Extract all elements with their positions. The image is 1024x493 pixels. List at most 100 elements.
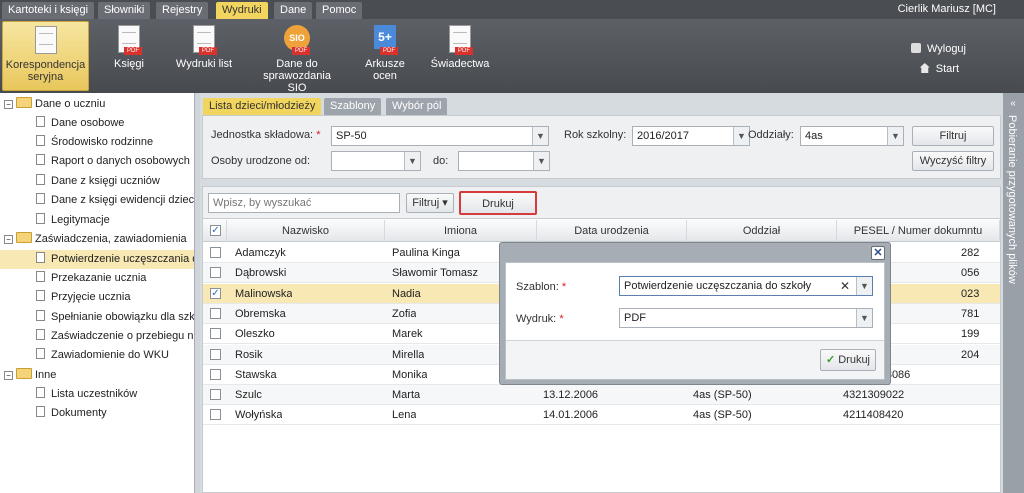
ribbon-arkusze-button[interactable]: 5+ PDF Arkusze ocen: [360, 21, 410, 91]
tree-group-label: Inne: [35, 369, 57, 381]
tab-lista-dzieci[interactable]: Lista dzieci/młodzieży: [203, 98, 322, 115]
menu-tab-rejestry[interactable]: Rejestry: [156, 2, 209, 19]
rok-select[interactable]: 2016/2017 ▼: [632, 126, 750, 146]
page-icon: [36, 135, 45, 146]
tree-item[interactable]: Lista uczestników: [36, 385, 137, 404]
row-checkbox[interactable]: [210, 307, 221, 319]
ribbon-swiadectwa-button[interactable]: PDF Świadectwa: [428, 21, 492, 91]
clear-icon[interactable]: ✕: [840, 277, 850, 295]
collapse-icon[interactable]: −: [4, 371, 13, 380]
tree-group-dane-o-uczniu[interactable]: − Dane o uczniu: [4, 95, 105, 114]
collapse-icon[interactable]: −: [4, 235, 13, 244]
tree-item[interactable]: Dane z księgi ewidencji dzieci: [36, 191, 194, 210]
col-nazwisko[interactable]: Nazwisko: [227, 220, 385, 242]
page-icon: [36, 329, 45, 340]
ribbon-wydruki-list-button[interactable]: PDF Wydruki list: [172, 21, 236, 91]
menu-tab-slowniki[interactable]: Słowniki: [98, 2, 151, 19]
tree-item-label: Dane z księgi uczniów: [51, 175, 160, 187]
tree-item[interactable]: Zawiadomienie do WKU: [36, 346, 169, 365]
wyczysc-filtry-button[interactable]: Wyczyść filtry: [912, 151, 994, 171]
cell-oddzial: 4as (SP-50): [693, 409, 752, 422]
urodzone-od-date[interactable]: ▼: [331, 151, 421, 171]
ribbon-label: Arkusze ocen: [365, 58, 405, 82]
menu-tab-pomoc[interactable]: Pomoc: [316, 2, 363, 19]
chevron-down-icon[interactable]: ▼: [733, 127, 749, 145]
wydruk-select[interactable]: PDF ▼: [619, 308, 873, 328]
tree-item[interactable]: Spełnianie obowiązku dla szkół: [36, 308, 195, 327]
lock-icon: [910, 43, 921, 53]
jednostka-select[interactable]: SP-50 ▼: [331, 126, 549, 146]
start-link[interactable]: Start: [919, 63, 959, 75]
row-checkbox[interactable]: [210, 267, 221, 279]
row-checkbox[interactable]: [210, 348, 221, 360]
ribbon-ksiegi-button[interactable]: PDF Księgi: [104, 21, 154, 91]
tree-item[interactable]: Dane z księgi uczniów: [36, 172, 160, 191]
search-input[interactable]: [208, 193, 400, 213]
logout-link[interactable]: Wyloguj: [910, 43, 966, 55]
tree-item[interactable]: Legitymacje: [36, 211, 110, 230]
menu-tab-wydruki[interactable]: Wydruki: [216, 2, 268, 19]
menu-tab-dane[interactable]: Dane: [274, 2, 313, 19]
tree-item[interactable]: Raport o danych osobowych: [36, 152, 190, 171]
row-checkbox[interactable]: [210, 368, 221, 380]
tree-item-label: Legitymacje: [51, 214, 110, 226]
row-checkbox[interactable]: [210, 328, 221, 340]
tree-item[interactable]: Zaświadczenie o przebiegu nau: [36, 327, 194, 346]
select-all-checkbox[interactable]: ✓: [203, 220, 227, 242]
tree-item[interactable]: Dokumenty: [36, 404, 107, 423]
col-pesel[interactable]: PESEL / Numer dokumntu: [837, 220, 1000, 242]
grid-filtruj-button[interactable]: Filtruj ▾: [406, 193, 454, 213]
row-checkbox[interactable]: [210, 247, 221, 258]
filter-panel: Jednostka składowa: * SP-50 ▼ Rok szkolny…: [202, 115, 1001, 179]
files-panel-label: Pobieranie przygotowanych plików: [1006, 115, 1018, 284]
row-checkbox[interactable]: [210, 389, 221, 401]
chevron-down-icon[interactable]: ▼: [532, 127, 548, 145]
row-checkbox[interactable]: ✓: [210, 287, 221, 299]
oddzialy-select[interactable]: 4as ▼: [800, 126, 904, 146]
tree-item-selected[interactable]: Potwierdzenie uczęszczania do: [0, 250, 194, 269]
grade-sheets-icon: 5+ PDF: [370, 25, 400, 55]
tree-group-zaswiadczenia[interactable]: − Zaświadczenia, zawiadomienia: [4, 230, 187, 249]
cell-nazwisko: Szulc: [235, 389, 262, 402]
chevron-down-icon[interactable]: ▼: [856, 309, 872, 327]
close-icon[interactable]: ✕: [871, 246, 885, 260]
files-panel[interactable]: « Pobieranie przygotowanych plików: [1003, 93, 1024, 493]
cell-nazwisko: Adamczyk: [235, 247, 286, 259]
cell-imiona: Paulina Kinga: [392, 247, 460, 259]
tab-wybor-pol[interactable]: Wybór pól: [386, 98, 448, 115]
tree-group-inne[interactable]: − Inne: [4, 366, 56, 385]
cell-nazwisko: Malinowska: [235, 287, 293, 300]
tree-item[interactable]: Dane osobowe: [36, 114, 124, 133]
row-checkbox[interactable]: [210, 409, 221, 421]
grid-drukuj-button[interactable]: Drukuj: [459, 191, 537, 215]
cell-pesel: 204: [961, 348, 980, 361]
chevron-down-icon[interactable]: ▼: [887, 127, 903, 145]
modal-drukuj-button[interactable]: ✓ Drukuj: [820, 349, 876, 371]
urodzone-do-date[interactable]: ▼: [458, 151, 550, 171]
filtruj-button[interactable]: Filtruj: [912, 126, 994, 146]
expand-icon[interactable]: «: [1006, 98, 1020, 110]
menu-tab-kartoteki[interactable]: Kartoteki i księgi: [2, 2, 95, 19]
chevron-down-icon[interactable]: ▼: [533, 152, 549, 170]
tab-szablony[interactable]: Szablony: [324, 98, 382, 115]
col-data-urodzenia[interactable]: Data urodzenia: [537, 220, 687, 242]
table-row[interactable]: Szulc Marta 13.12.2006 4as (SP-50) 432130902…: [203, 385, 1000, 406]
ribbon-sio-button[interactable]: SIO PDF Dane do sprawozdania SIO: [256, 21, 338, 94]
print-dialog: ✕ Szablon: * Potwierdzenie uczęszczania …: [499, 242, 891, 385]
checkbox-icon[interactable]: ✓: [210, 225, 221, 236]
ribbon-korespondencja-button[interactable]: Korespondencja seryjna: [2, 21, 89, 91]
do-label: do:: [433, 155, 449, 167]
col-oddzial[interactable]: Oddział: [687, 220, 837, 242]
tree-item[interactable]: Przekazanie ucznia: [36, 269, 146, 288]
table-row[interactable]: Wołyńska Lena 14.01.2006 4as (SP-50) 4211408…: [203, 405, 1000, 426]
chevron-down-icon[interactable]: ▼: [404, 152, 420, 170]
chevron-down-icon[interactable]: ▼: [856, 277, 872, 295]
szablon-select[interactable]: Potwierdzenie uczęszczania do szkoły ✕ ▼: [619, 276, 873, 296]
tree-item[interactable]: Środowisko rodzinne: [36, 133, 153, 152]
tree-item[interactable]: Przyjęcie ucznia: [36, 288, 130, 307]
tree-item-label: Spełnianie obowiązku dla szkół: [51, 311, 195, 323]
col-imiona[interactable]: Imiona: [385, 220, 537, 242]
folder-icon: [16, 368, 32, 379]
cell-pesel: 4321309022: [843, 389, 905, 402]
collapse-icon[interactable]: −: [4, 100, 13, 109]
